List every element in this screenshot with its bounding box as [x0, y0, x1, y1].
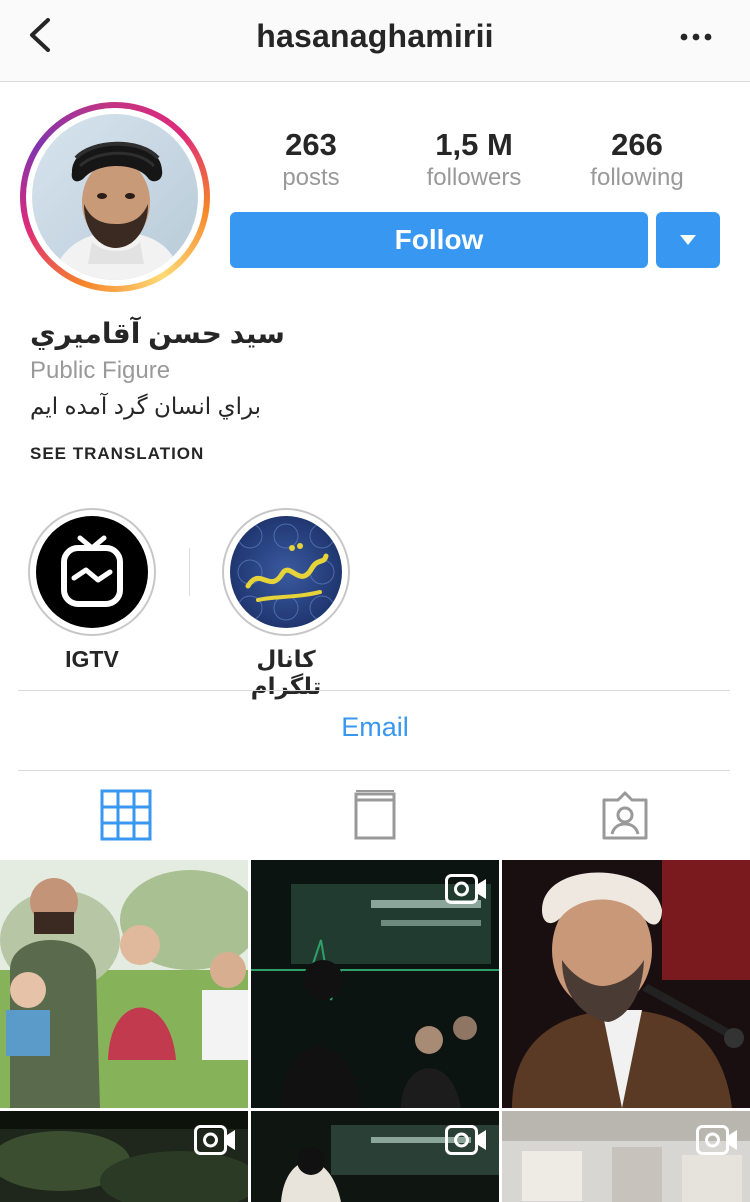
grid-icon[interactable]	[99, 788, 153, 842]
stat-following[interactable]: 266 following	[557, 126, 717, 192]
profile-full-name: سيد حسن آقاميري	[30, 318, 285, 349]
post-thumbnail[interactable]	[0, 1111, 248, 1202]
stat-value: 266	[611, 127, 663, 162]
highlight-label: IGTV	[65, 646, 119, 672]
video-camera-icon	[445, 1125, 486, 1155]
caret-down-icon	[680, 235, 696, 245]
stat-followers[interactable]: 1,5 M followers	[394, 126, 554, 192]
video-camera-icon	[696, 1125, 737, 1155]
top-nav-bar: hasanaghamirii	[0, 0, 750, 82]
see-translation-link[interactable]: SEE TRANSLATION	[30, 444, 720, 464]
highlight-telegram-channel[interactable]: كانال تلگرام	[222, 508, 350, 700]
stat-value: 263	[285, 127, 337, 162]
stat-posts[interactable]: 263 posts	[231, 126, 391, 192]
stat-value: 1,5 M	[435, 127, 513, 162]
highlight-igtv[interactable]: IGTV	[28, 508, 156, 673]
post-thumbnail[interactable]	[0, 860, 248, 1108]
avatar	[32, 114, 198, 280]
divider	[18, 690, 730, 691]
profile-category: Public Figure	[30, 357, 171, 384]
follow-button[interactable]: Follow	[230, 212, 648, 268]
book-icon[interactable]	[348, 788, 402, 842]
post-thumbnail[interactable]	[251, 860, 499, 1108]
stat-label: following	[590, 164, 684, 191]
post-thumbnail[interactable]	[251, 1111, 499, 1202]
tagged-person-icon[interactable]	[598, 788, 652, 842]
suggested-dropdown-button[interactable]	[656, 212, 720, 268]
stat-label: followers	[426, 164, 522, 191]
story-ring[interactable]	[20, 102, 210, 292]
profile-username-title: hasanaghamirii	[256, 18, 494, 54]
highlight-divider	[189, 548, 190, 596]
email-contact-button[interactable]: Email	[0, 712, 750, 743]
profile-bio-text: براي انسان گرد آمده ايم	[30, 393, 262, 419]
highlight-label: كانال تلگرام	[250, 646, 322, 699]
post-thumbnail[interactable]	[502, 860, 750, 1108]
profile-stats: 263 posts 1,5 M followers 266 following	[230, 126, 720, 196]
more-dots-icon[interactable]	[678, 24, 714, 50]
video-camera-icon	[445, 874, 486, 904]
profile-bio: سيد حسن آقاميري Public Figure براي انسان…	[30, 316, 720, 464]
highlight-cover	[230, 516, 342, 628]
video-camera-icon	[194, 1125, 235, 1155]
post-thumbnail[interactable]	[502, 1111, 750, 1202]
igtv-icon	[36, 516, 148, 628]
divider	[18, 770, 730, 771]
stat-label: posts	[282, 164, 340, 191]
